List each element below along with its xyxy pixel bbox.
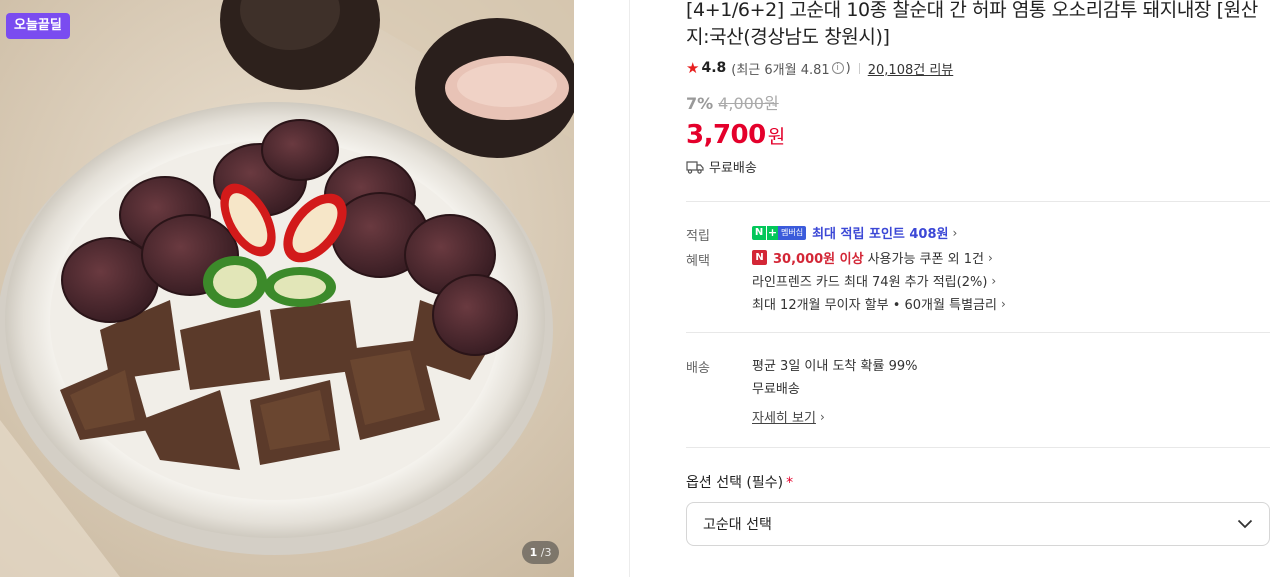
points-section: 적립 N + 멤버십 최대 적립 포인트 408원 › <box>686 225 1270 244</box>
product-photo <box>0 0 574 577</box>
option-section: 옵션 선택 (필수) * 고순대 선택 <box>686 472 1270 546</box>
installment-link[interactable]: 최대 12개월 무이자 할부 • 60개월 특별금리 › <box>752 292 1270 315</box>
info-icon[interactable]: i <box>831 62 844 74</box>
card-benefit-text: 라인프렌즈 카드 최대 74원 추가 적립(2%) <box>752 275 988 290</box>
shipping-summary: 무료배송 <box>686 157 1270 176</box>
pager-current: 1 <box>529 546 538 559</box>
installment-text: 최대 12개월 무이자 할부 • 60개월 특별금리 <box>752 298 997 313</box>
coupon-text: 사용가능 쿠폰 외 1건 <box>867 252 984 267</box>
plus-icon: + <box>766 225 778 240</box>
discount-percent: 7% <box>686 94 714 113</box>
divider <box>686 201 1270 202</box>
benefits-section: 혜택 N 30,000원 이상 사용가능 쿠폰 외 1건 › 라인프렌즈 카드 … <box>686 246 1270 315</box>
pager-total: 3 <box>544 546 552 559</box>
original-price: 4,000원 <box>718 94 779 113</box>
naver-membership-badge: N + 멤버십 <box>752 225 807 240</box>
rating-score: 4.8 <box>701 60 727 76</box>
star-icon: ★ <box>686 59 700 77</box>
required-mark: * <box>786 475 794 491</box>
points-label: 적립 <box>686 229 710 244</box>
rating-row: ★ 4.8 (최근 6개월 4.81 i ) 20,108건 리뷰 <box>686 59 1270 78</box>
product-info: [4+1/6+2] 고순대 10종 찰순대 간 허파 염통 오소리감투 돼지내장… <box>686 0 1270 546</box>
divider <box>686 332 1270 333</box>
review-count-link[interactable]: 20,108건 리뷰 <box>868 59 954 78</box>
product-title: [4+1/6+2] 고순대 10종 찰순대 간 허파 염통 오소리감투 돼지내장… <box>686 0 1258 48</box>
delivery-fee: 무료배송 <box>752 382 800 397</box>
option-label: 옵션 선택 (필수) * <box>686 472 1270 492</box>
delivery-label: 배송 <box>686 361 710 376</box>
option-label-text: 옵션 선택 (필수) <box>686 475 784 491</box>
recent-rating-close: ) <box>845 60 851 76</box>
chevron-right-icon: › <box>987 250 993 265</box>
divider <box>686 447 1270 448</box>
delivery-details-link[interactable]: 자세히 보기 › <box>752 405 1270 428</box>
max-points-text: 최대 적립 포인트 408원 <box>812 227 949 242</box>
today-deal-badge: 오늘끝딜 <box>6 13 70 39</box>
details-link-text: 자세히 보기 <box>752 411 816 426</box>
image-pager: 1 /3 <box>522 541 559 564</box>
chevron-right-icon: › <box>1000 296 1006 311</box>
rating-separator <box>858 62 860 74</box>
chevron-down-icon <box>1237 519 1253 529</box>
chevron-right-icon: › <box>952 225 958 240</box>
benefits-label: 혜택 <box>686 254 710 269</box>
delivery-section: 배송 평균 3일 이내 도착 확률 99% 무료배송 자세히 보기 › <box>686 353 1270 428</box>
column-divider <box>629 0 630 577</box>
price-value: 3,700 <box>686 120 766 150</box>
price-unit: 원 <box>767 126 786 148</box>
option-selected-value: 고순대 선택 <box>703 517 772 533</box>
chevron-right-icon: › <box>819 409 825 424</box>
card-benefit-link[interactable]: 라인프렌즈 카드 최대 74원 추가 적립(2%) › <box>752 269 1270 292</box>
chevron-right-icon: › <box>991 273 997 288</box>
truck-icon <box>686 160 704 174</box>
shipping-short-text: 무료배송 <box>709 161 757 176</box>
points-link[interactable]: N + 멤버십 최대 적립 포인트 408원 › <box>752 221 1270 244</box>
recent-rating: (최근 6개월 4.81 <box>731 62 830 78</box>
product-image-gallery[interactable]: 오늘끝딜 1 /3 <box>0 0 574 577</box>
coupon-amount: 30,000원 이상 <box>773 252 864 267</box>
naver-n-logo: N <box>752 225 766 240</box>
naver-coupon-icon: N <box>752 250 767 265</box>
discount-row: 7% 4,000원 <box>686 90 1270 114</box>
option-select[interactable]: 고순대 선택 <box>686 502 1270 546</box>
sale-price: 3,700 원 <box>686 120 1270 150</box>
coupon-link[interactable]: N 30,000원 이상 사용가능 쿠폰 외 1건 › <box>752 246 1270 269</box>
arrival-estimate: 평균 3일 이내 도착 확률 99% <box>752 359 918 374</box>
membership-label: 멤버십 <box>778 225 807 240</box>
